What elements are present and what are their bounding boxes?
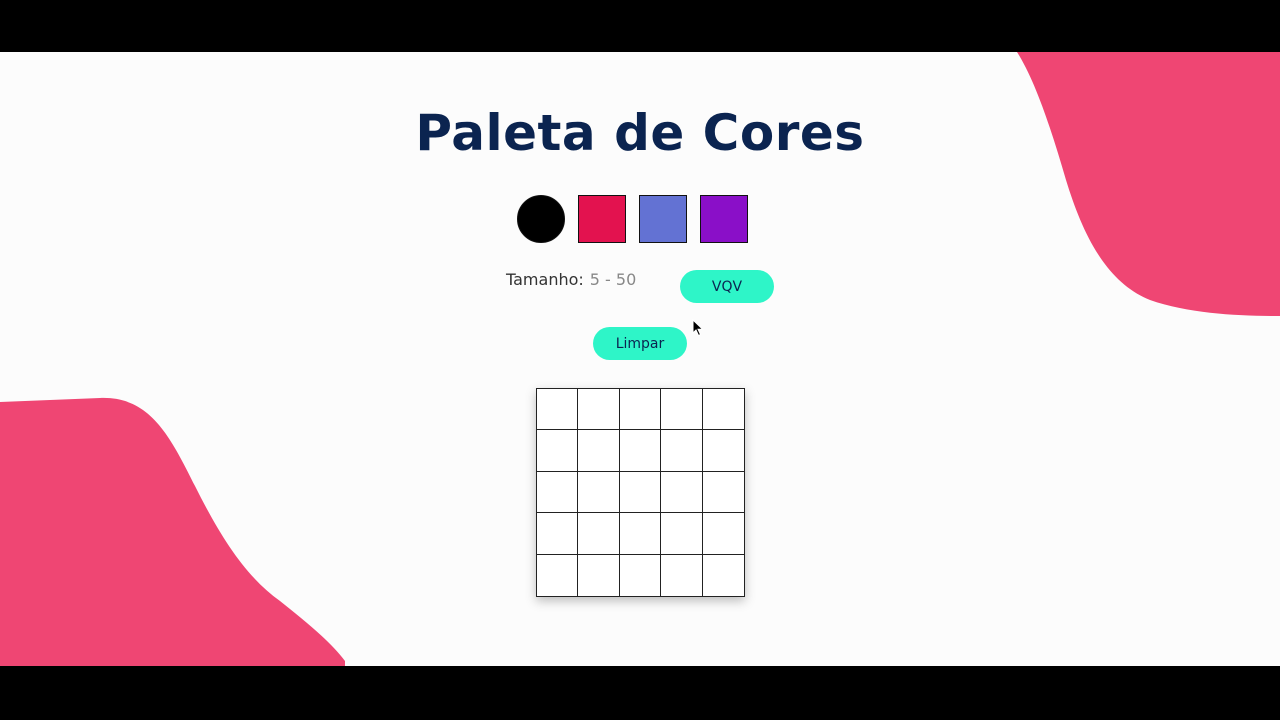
pixel-cell[interactable] — [702, 554, 744, 596]
mouse-cursor-icon — [692, 319, 704, 337]
letterbox-top — [0, 0, 1280, 52]
pixel-cell[interactable] — [537, 471, 579, 514]
page-title: Paleta de Cores — [415, 104, 865, 162]
color-swatch-black[interactable] — [517, 195, 565, 243]
pixel-cell[interactable] — [702, 430, 744, 472]
color-swatch-purple[interactable] — [700, 195, 748, 243]
pixel-cell[interactable] — [661, 389, 703, 431]
color-swatch-periwinkle[interactable] — [639, 195, 687, 243]
pixel-cell[interactable] — [661, 471, 703, 514]
pixel-cell[interactable] — [578, 513, 620, 555]
color-palette — [517, 195, 748, 243]
pixel-cell[interactable] — [619, 430, 662, 472]
pixel-cell[interactable] — [578, 389, 620, 431]
generate-board-button[interactable]: VQV — [680, 270, 774, 303]
pixel-cell[interactable] — [661, 554, 703, 596]
decorative-blob-top-right — [1017, 52, 1280, 316]
pixel-board — [536, 388, 745, 597]
letterbox-bottom — [0, 666, 1280, 720]
pixel-cell[interactable] — [661, 513, 703, 555]
pixel-cell[interactable] — [537, 430, 579, 472]
pixel-cell[interactable] — [702, 471, 744, 514]
pixel-cell[interactable] — [619, 471, 662, 514]
color-swatch-crimson[interactable] — [578, 195, 626, 243]
pixel-cell[interactable] — [619, 554, 662, 596]
app-viewport: Paleta de Cores Tamanho: VQV Limpar — [0, 52, 1280, 666]
board-size-label: Tamanho: — [506, 270, 584, 289]
board-size-input[interactable] — [589, 270, 668, 289]
pixel-cell[interactable] — [619, 513, 662, 555]
pixel-cell[interactable] — [661, 430, 703, 472]
pixel-cell[interactable] — [537, 389, 579, 431]
pixel-cell[interactable] — [619, 389, 662, 431]
pixel-cell[interactable] — [702, 513, 744, 555]
pixel-cell[interactable] — [537, 513, 579, 555]
pixel-cell[interactable] — [578, 430, 620, 472]
pixel-cell[interactable] — [537, 554, 579, 596]
board-size-control: Tamanho: — [506, 270, 668, 289]
clear-board-button[interactable]: Limpar — [593, 327, 687, 360]
pixel-cell[interactable] — [702, 389, 744, 431]
pixel-cell[interactable] — [578, 554, 620, 596]
decorative-blob-bottom-left — [0, 397, 345, 666]
pixel-cell[interactable] — [578, 471, 620, 514]
